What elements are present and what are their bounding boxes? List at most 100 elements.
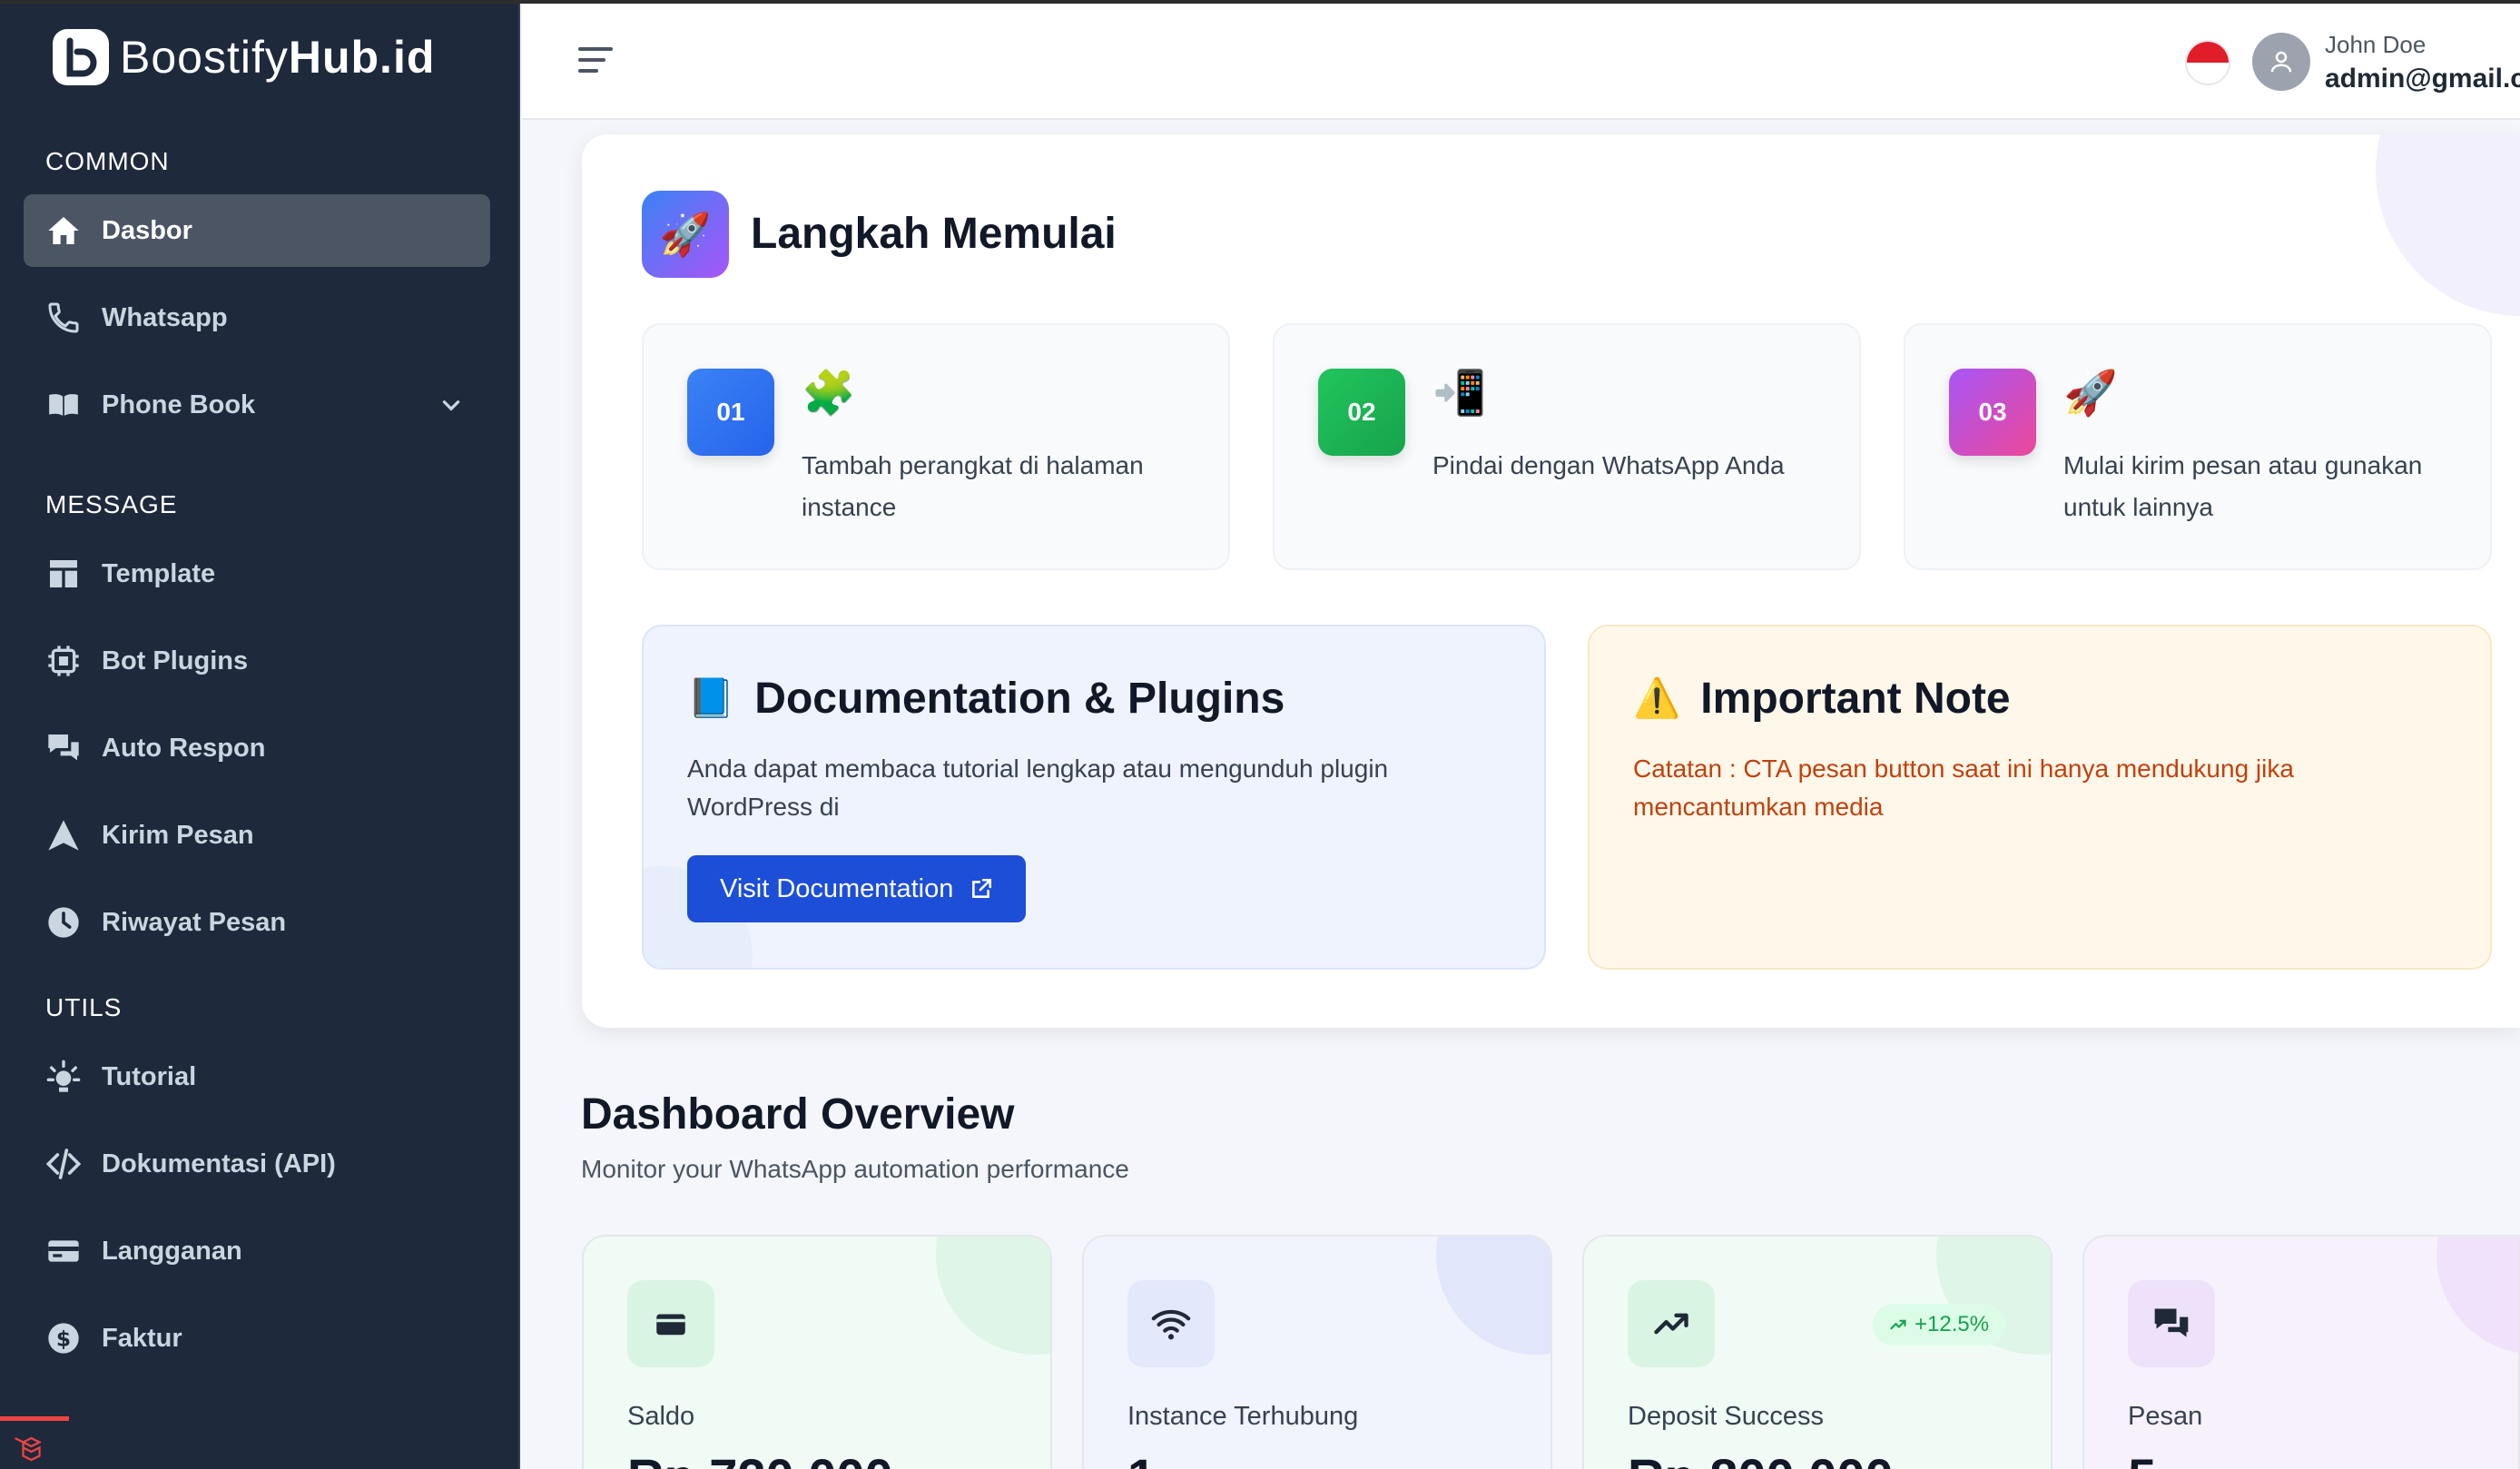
important-note-title: ⚠️ Important Note [1633,675,2011,723]
user-name: John Doe [2325,31,2426,58]
puzzle-icon: 🧩 [802,370,856,418]
rocket-icon: 🚀 [642,191,729,278]
stat-card-deposit: +12.5% Deposit Success Rp 800.000 [1582,1235,2052,1469]
sidebar-item-kirim-pesan[interactable]: Kirim Pesan [24,799,490,872]
important-note-text: Catatan : CTA pesan button saat ini hany… [1633,754,2294,821]
nav-section-message: MESSAGE [45,490,178,518]
decorative-circle [1436,1237,1550,1355]
brand-name: BoostifyHub.id [120,32,436,83]
top-header: John Doe admin@gmail.com [522,4,2520,120]
step-number: 02 [1318,369,1405,456]
sidebar-item-bot-plugins[interactable]: Bot Plugins [24,625,490,697]
warning-icon: ⚠️ [1633,676,1681,719]
send-icon [48,820,79,851]
debugbar-indicator [0,1416,69,1421]
getting-started-card: 🚀 Langkah Memulai 01 🧩 Tambah perangkat … [582,134,2520,1028]
visit-documentation-button[interactable]: Visit Documentation [687,855,1027,922]
indonesia-flag-icon[interactable] [2185,40,2230,85]
external-link-icon [972,878,992,898]
sidebar-item-tutorial[interactable]: Tutorial [24,1040,490,1113]
sidebar-item-label: Auto Respon [102,733,266,763]
book-icon: 📘 [687,676,735,719]
stat-value: 1 [1127,1447,1156,1469]
phone-icon [48,302,79,333]
stat-label: Saldo [627,1402,695,1431]
sidebar: BoostifyHub.id COMMON Dasbor Whatsapp Ph… [0,0,520,1469]
trending-up-icon [1890,1319,1906,1330]
sidebar-item-label: Langganan [102,1236,242,1266]
sidebar-item-auto-respon[interactable]: Auto Respon [24,712,490,784]
sidebar-item-label: Whatsapp [102,302,228,332]
sidebar-item-dasbor[interactable]: Dasbor [24,194,490,267]
stat-card-saldo: Saldo Rp 720.000 [582,1235,1052,1469]
chip-icon [48,646,79,676]
user-icon [2270,51,2292,73]
sidebar-item-template[interactable]: Template [24,537,490,610]
stat-label: Instance Terhubung [1127,1402,1359,1431]
book-icon [47,392,80,419]
documentation-title: 📘 Documentation & Plugins [687,675,1285,723]
growth-badge: +12.5% [1873,1304,2006,1346]
brand-mark-icon [53,29,109,85]
stat-value: Rp 720.000 [627,1447,893,1469]
sidebar-item-dokumentasi-api[interactable]: Dokumentasi (API) [24,1128,490,1200]
decorative-circle [2436,1237,2518,1355]
step-text: Tambah perangkat di halaman instance [802,451,1144,521]
wallet-icon [627,1280,714,1367]
sidebar-item-phone-book[interactable]: Phone Book [24,369,490,441]
documentation-text: Anda dapat membaca tutorial lengkap atau… [687,754,1389,821]
nav-section-utils: UTILS [45,993,123,1021]
sidebar-item-label: Riwayat Pesan [102,907,287,937]
step-card-2: 02 📲 Pindai dengan WhatsApp Anda [1273,323,1861,570]
brand-logo[interactable]: BoostifyHub.id [53,27,435,87]
step-card-1: 01 🧩 Tambah perangkat di halaman instanc… [642,323,1230,570]
mobile-scan-icon: 📲 [1432,370,1487,418]
sidebar-item-label: Tutorial [102,1061,197,1091]
messages-icon [2128,1280,2215,1367]
sidebar-item-label: Faktur [102,1323,182,1353]
overview-subtitle: Monitor your WhatsApp automation perform… [581,1155,1129,1183]
sidebar-item-label: Dasbor [102,215,192,245]
step-text: Pindai dengan WhatsApp Anda [1432,451,1785,479]
chevron-down-icon[interactable] [439,393,463,417]
card-icon [48,1240,79,1262]
rocket-icon: 🚀 [2063,370,2118,418]
sidebar-item-label: Kirim Pesan [102,820,254,850]
stat-card-instance: Instance Terhubung 1 [1082,1235,1552,1469]
sidebar-item-faktur[interactable]: $ Faktur [24,1302,490,1375]
sidebar-item-label: Phone Book [102,389,256,419]
stat-value: Rp 800.000 [1628,1447,1894,1469]
getting-started-title: Langkah Memulai [751,210,1117,258]
stat-card-pesan: Pesan 5 [2082,1235,2520,1469]
home-icon [48,217,79,244]
sidebar-item-langganan[interactable]: Langganan [24,1215,490,1287]
step-number: 01 [687,369,774,456]
laravel-icon[interactable] [9,1433,45,1465]
trending-up-icon [1628,1280,1715,1367]
sidebar-item-label: Template [102,558,216,588]
important-note-box: ⚠️ Important Note Catatan : CTA pesan bu… [1588,625,2492,970]
step-text: Mulai kirim pesan atau gunakan untuk lai… [2063,451,2423,521]
sidebar-item-label: Dokumentasi (API) [102,1149,336,1178]
avatar[interactable] [2252,33,2310,91]
dollar-icon: $ [48,1323,79,1354]
chat-icon [48,734,79,761]
decorative-circle [936,1237,1050,1355]
sidebar-item-whatsapp[interactable]: Whatsapp [24,281,490,354]
template-icon [50,560,77,587]
sidebar-item-label: Bot Plugins [102,646,249,675]
sidebar-item-riwayat-pesan[interactable]: Riwayat Pesan [24,886,490,959]
code-icon [45,1149,82,1179]
documentation-box: 📘 Documentation & Plugins Anda dapat mem… [642,625,1546,970]
decorative-circle [2376,134,2520,316]
step-card-3: 03 🚀 Mulai kirim pesan atau gunakan untu… [1904,323,2492,570]
step-number: 03 [1949,369,2036,456]
overview-title: Dashboard Overview [581,1090,1015,1139]
user-email: admin@gmail.com [2325,64,2520,94]
sun-icon [46,1060,81,1092]
nav-section-common: COMMON [45,147,170,175]
menu-toggle-icon[interactable] [576,44,616,76]
stat-label: Deposit Success [1628,1402,1824,1431]
clock-icon [48,907,79,938]
stat-value: 5 [2128,1447,2156,1469]
